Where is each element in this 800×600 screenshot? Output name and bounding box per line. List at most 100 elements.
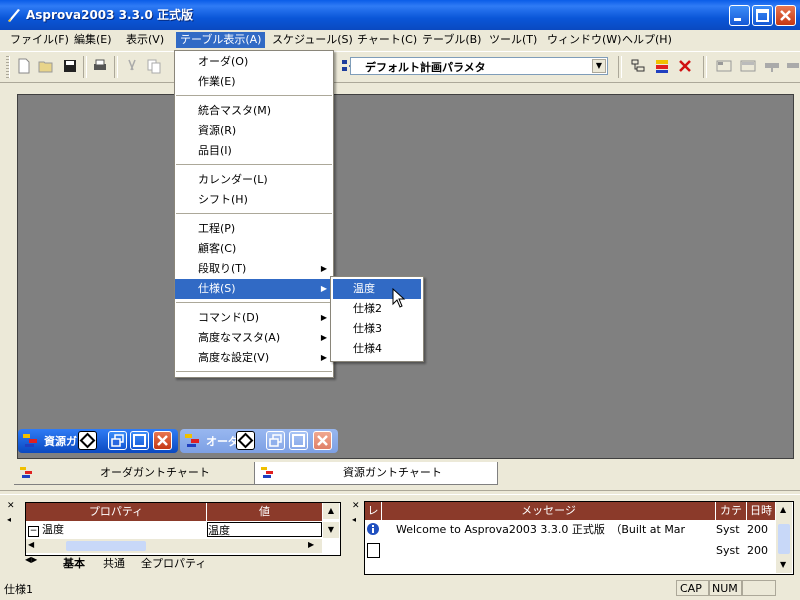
column-header-value[interactable]: 値 [207, 503, 322, 521]
tab-scroll-left-icon[interactable]: ◀▶ [25, 555, 37, 564]
column-header-category[interactable]: カテ [716, 502, 746, 520]
menu-item-resource[interactable]: 資源(R) [175, 121, 333, 141]
maximize-icon [756, 9, 769, 22]
print-icon[interactable] [92, 58, 108, 74]
property-row[interactable]: − 温度 [26, 522, 206, 537]
toolbar-separator [703, 56, 707, 78]
minimized-window-order-gantt[interactable]: オーダ [180, 429, 338, 453]
menu-table-view[interactable]: テーブル表示(A) [176, 32, 266, 48]
menu-view[interactable]: 表示(V) [122, 32, 168, 48]
scroll-left-icon[interactable]: ◀ [28, 540, 34, 549]
tab-all-properties[interactable]: 全プロパティ [141, 555, 206, 571]
scroll-right-icon[interactable]: ▶ [308, 540, 314, 549]
menu-item-integrated-master[interactable]: 統合マスタ(M) [175, 101, 333, 121]
menu-item-operation[interactable]: 作業(E) [175, 72, 333, 92]
tab-basic[interactable]: 基本 [63, 555, 85, 571]
restore-button[interactable] [108, 431, 127, 450]
message-datetime[interactable]: 200 [747, 522, 775, 537]
menu-item-advanced-master[interactable]: 高度なマスタ(A) ▶ [175, 328, 333, 348]
menu-item-advanced-settings[interactable]: 高度な設定(V) ▶ [175, 348, 333, 368]
menu-file[interactable]: ファイル(F) [6, 32, 73, 48]
chevron-left-icon[interactable]: ◂ [7, 515, 11, 524]
window-label: 資源ガ [44, 435, 77, 448]
maximize-button[interactable] [752, 5, 773, 26]
menu-item-customer[interactable]: 顧客(C) [175, 239, 333, 259]
tab-order-gantt[interactable]: オーダガントチャート [14, 462, 254, 485]
submenu-item-spec3[interactable]: 仕様3 [333, 319, 421, 339]
scroll-down-icon[interactable]: ▼ [780, 560, 786, 569]
menu-item-spec[interactable]: 仕様(S) ▶ [175, 279, 333, 299]
column-header-datetime[interactable]: 日時 [747, 502, 775, 520]
delete-icon[interactable] [677, 58, 693, 74]
color-bars-icon[interactable] [654, 58, 670, 74]
restore-button[interactable] [266, 431, 285, 450]
close-button[interactable] [153, 431, 172, 450]
horizontal-scrollbar[interactable]: ◀ ▶ [26, 539, 322, 553]
toolbar-grip[interactable] [6, 56, 10, 78]
scroll-down-icon[interactable]: ▼ [323, 522, 339, 538]
plan-parameter-select[interactable]: デフォルト計画パラメタ ▼ [350, 57, 608, 75]
diamond-icon [237, 432, 254, 449]
layout-icon[interactable] [716, 58, 732, 74]
title-bar[interactable]: Asprova2003 3.3.0 正式版 [0, 0, 800, 30]
splitter[interactable] [0, 490, 800, 495]
maximize-button[interactable] [289, 431, 308, 450]
row-checkbox[interactable] [367, 543, 380, 558]
chevron-left-icon[interactable]: ◂ [352, 515, 356, 524]
close-icon[interactable]: ✕ [352, 501, 360, 511]
diamond-icon [79, 432, 96, 449]
message-text[interactable] [382, 543, 715, 558]
close-icon[interactable]: ✕ [7, 501, 15, 511]
menu-schedule[interactable]: スケジュール(S) [268, 32, 357, 48]
tab-common[interactable]: 共通 [103, 555, 125, 571]
minimize-button[interactable] [729, 5, 750, 26]
minimized-window-resource-gantt[interactable]: 資源ガ [18, 429, 178, 453]
menu-item-shift[interactable]: シフト(H) [175, 190, 333, 210]
save-icon[interactable] [62, 58, 78, 74]
menu-edit[interactable]: 編集(E) [70, 32, 116, 48]
property-value-input[interactable]: 温度 [207, 522, 322, 537]
message-category[interactable]: Syst [716, 543, 746, 558]
menu-item-command[interactable]: コマンド(D) ▶ [175, 308, 333, 328]
vertical-scrollbar[interactable]: ▲ ▼ [776, 502, 792, 573]
layout-icon[interactable] [764, 58, 780, 74]
scroll-thumb[interactable] [66, 541, 146, 551]
submenu-item-temperature[interactable]: 温度 [333, 279, 421, 299]
menu-item-order[interactable]: オーダ(O) [175, 52, 333, 72]
copy-icon[interactable] [146, 58, 162, 74]
tab-resource-gantt[interactable]: 資源ガントチャート [254, 462, 498, 485]
open-folder-icon[interactable] [38, 58, 54, 74]
column-header-message[interactable]: メッセージ [382, 502, 715, 520]
message-text[interactable]: Welcome to Asprova2003 3.3.0 正式版 （Built … [382, 522, 715, 537]
pin-button[interactable] [236, 431, 255, 450]
menu-item-setup[interactable]: 段取り(T) ▶ [175, 259, 333, 279]
pin-button[interactable] [78, 431, 97, 450]
menu-window[interactable]: ウィンドウ(W) [543, 32, 625, 48]
layout-icon[interactable] [786, 58, 800, 74]
cut-icon[interactable] [124, 58, 140, 74]
submenu-item-spec4[interactable]: 仕様4 [333, 339, 421, 359]
collapse-icon[interactable]: − [28, 526, 39, 537]
menu-table[interactable]: テーブル(B) [418, 32, 485, 48]
menu-chart[interactable]: チャート(C) [353, 32, 421, 48]
menu-item-process[interactable]: 工程(P) [175, 219, 333, 239]
layout-icon[interactable] [740, 58, 756, 74]
message-category[interactable]: Syst [716, 522, 746, 537]
column-header-property[interactable]: プロパティ [26, 503, 206, 521]
new-file-icon[interactable] [16, 58, 32, 74]
resource-tree-icon[interactable] [630, 58, 646, 74]
submenu-item-spec2[interactable]: 仕様2 [333, 299, 421, 319]
close-button[interactable] [775, 5, 796, 26]
menu-item-item[interactable]: 品目(I) [175, 141, 333, 161]
scroll-thumb[interactable] [778, 524, 790, 554]
chevron-down-icon[interactable]: ▼ [592, 59, 606, 73]
scroll-up-icon[interactable]: ▲ [323, 503, 339, 519]
menu-item-calendar[interactable]: カレンダー(L) [175, 170, 333, 190]
message-datetime[interactable]: 200 [747, 543, 775, 558]
menu-help[interactable]: ヘルプ(H) [618, 32, 676, 48]
scroll-up-icon[interactable]: ▲ [780, 505, 786, 514]
menu-tools[interactable]: ツール(T) [485, 32, 541, 48]
close-button[interactable] [313, 431, 332, 450]
maximize-button[interactable] [130, 431, 149, 450]
column-header-level[interactable]: レ [365, 502, 381, 520]
